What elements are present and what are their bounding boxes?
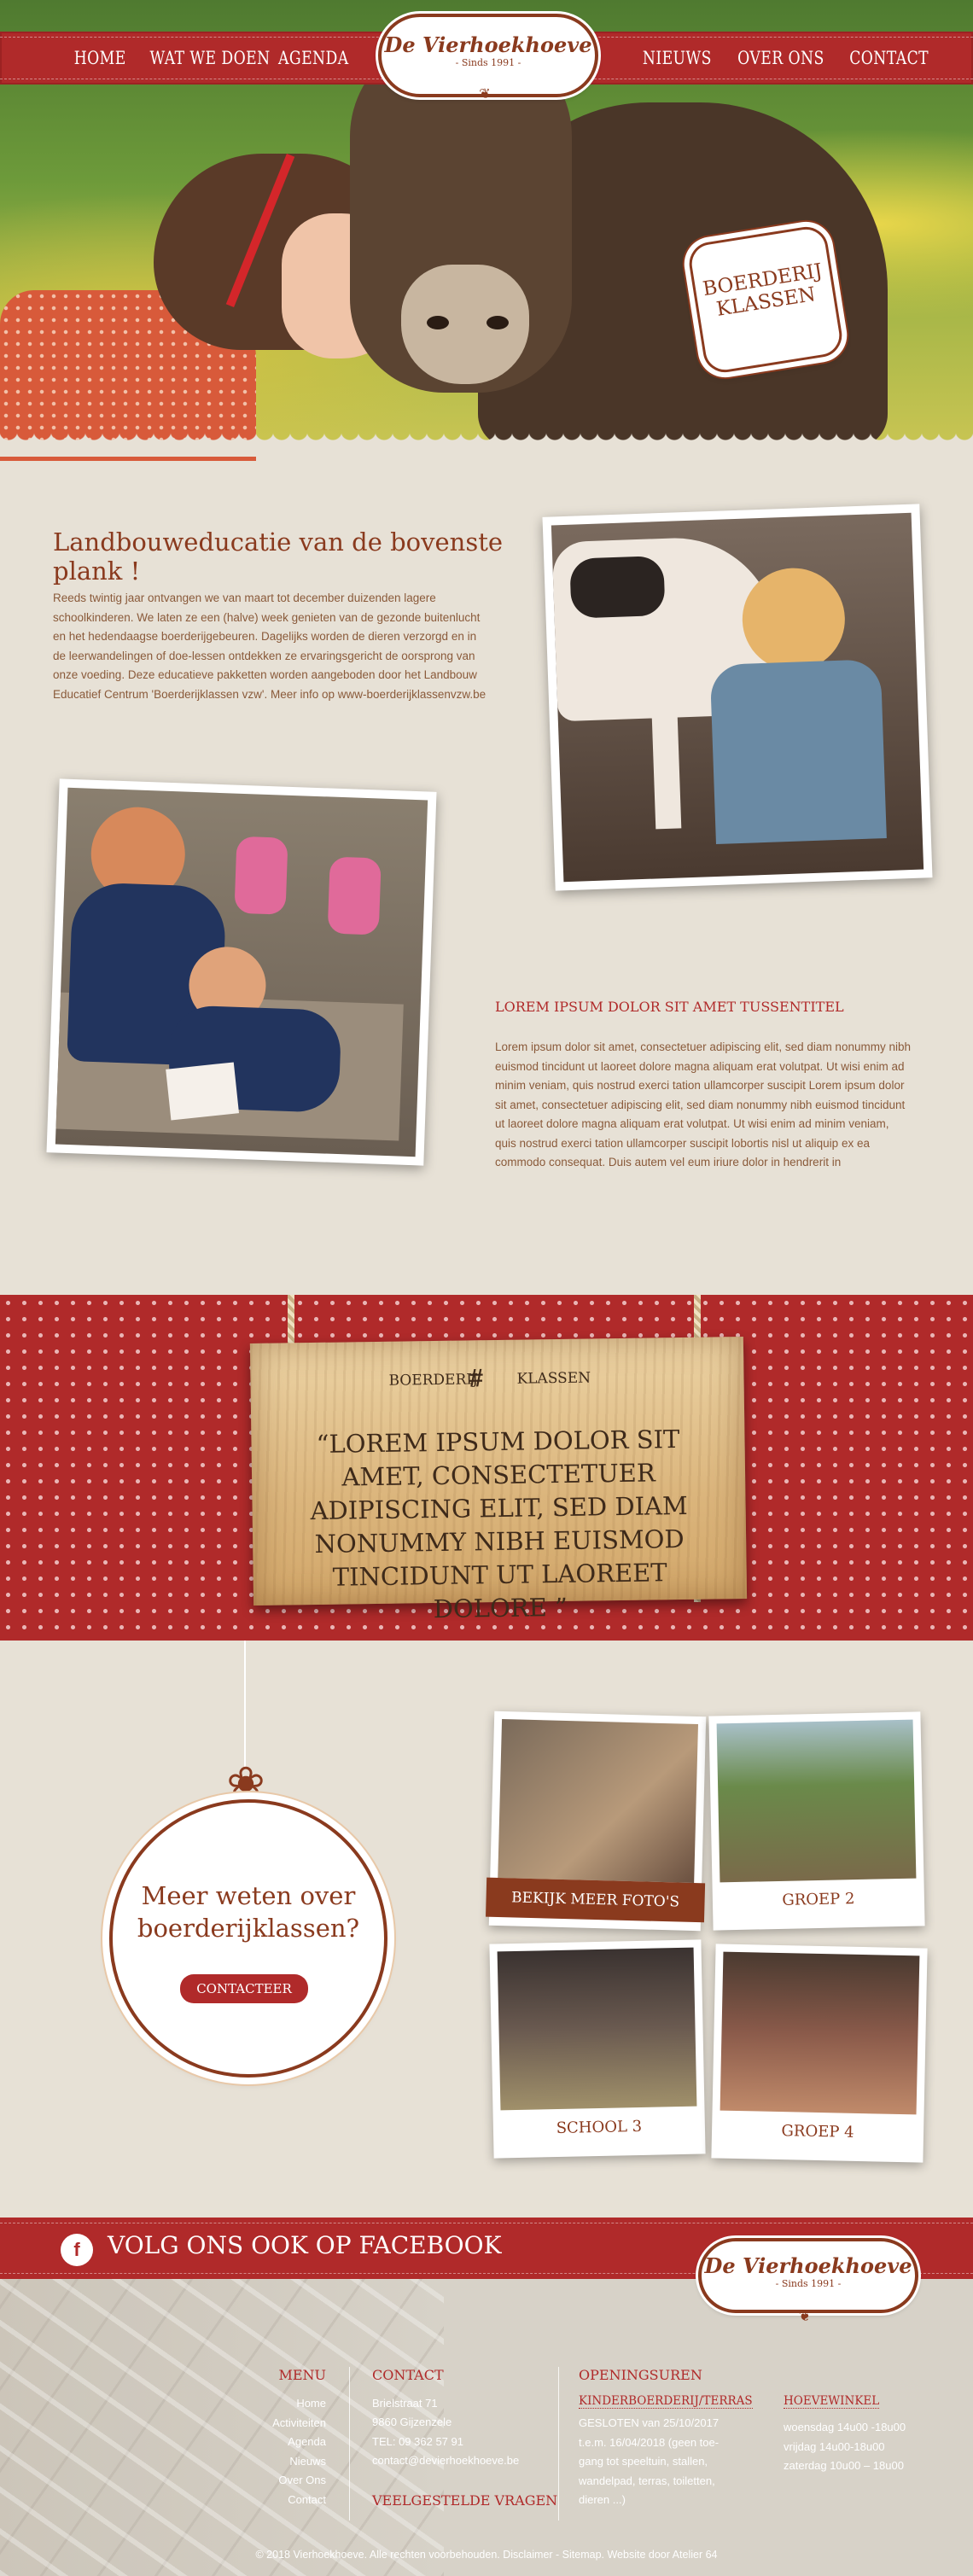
hero-badge: BOERDERIJ KLASSEN xyxy=(685,224,846,376)
footer-logo-bow-icon: ❦ xyxy=(798,2307,812,2324)
gallery-label-4: GROEP 4 xyxy=(781,2122,854,2142)
facebook-label[interactable]: VOLG ONS OOK OP FACEBOOK xyxy=(108,2231,502,2259)
second-text: Lorem ipsum dolor sit amet, consectetuer… xyxy=(495,1040,911,1169)
nav-over-ons[interactable]: OVER ONS xyxy=(737,32,824,85)
logo-bow-icon: ❦ xyxy=(479,87,491,102)
photo-kids xyxy=(46,778,437,1166)
footer-contact-email[interactable]: contact@devierhoekhoeve.be xyxy=(372,2451,519,2471)
gallery-card-4[interactable]: GROEP 4 xyxy=(711,1944,928,2163)
footer-link-home[interactable]: Home xyxy=(239,2394,326,2414)
footer-kb-line-2: t.e.m. 16/04/2018 (geen toe- xyxy=(579,2435,720,2449)
footer-kb-line-4: wandelpad, terras, toiletten, xyxy=(579,2474,715,2487)
footer-contact-city: 9860 Gijzenzele xyxy=(372,2416,452,2428)
hero-girl xyxy=(0,154,410,461)
photo-boy-cow xyxy=(542,504,933,891)
footer-divider-1 xyxy=(349,2367,350,2521)
footer-logo-since: - Sinds 1991 - xyxy=(775,2278,842,2289)
footer-contact-title: CONTACT xyxy=(372,2367,444,2383)
footer-kb-line-3: gang tot speeltuin, stallen, xyxy=(579,2455,708,2468)
nav-contact[interactable]: CONTACT xyxy=(849,32,929,85)
footer-link-contact[interactable]: Contact xyxy=(239,2491,326,2510)
gallery-label-3: SCHOOL 3 xyxy=(556,2117,643,2138)
sign-right: KLASSEN xyxy=(516,1369,591,1388)
footer-shop-line-3: zaterdag 10u00 – 18u00 xyxy=(784,2459,904,2472)
nav-agenda[interactable]: AGENDA xyxy=(278,32,349,85)
footer-copyright: © 2018 Vierhoekhoeve. Alle rechten voorb… xyxy=(255,2549,718,2561)
gallery-image-4 xyxy=(720,1951,920,2115)
facebook-icon[interactable]: f xyxy=(61,2234,93,2266)
gallery-card-1[interactable]: BEKIJK MEER FOTO'S xyxy=(486,1711,707,1932)
gallery-card-3[interactable]: SCHOOL 3 xyxy=(489,1939,706,2159)
footer-logo[interactable]: De Vierhoekhoeve - Sinds 1991 - xyxy=(698,2238,918,2313)
footer-shop-line-2: vrijdag 14u00-18u00 xyxy=(784,2439,885,2453)
gallery-card-2[interactable]: GROEP 2 xyxy=(708,1711,925,1931)
logo-name: De Vierhoekhoeve xyxy=(384,32,592,57)
nav-nieuws[interactable]: NIEUWS xyxy=(643,32,712,85)
fence-icon: # xyxy=(469,1364,484,1393)
logo-since: - Sinds 1991 - xyxy=(455,57,521,68)
footer-kb-hours: GESLOTEN van 25/10/2017 t.e.m. 16/04/201… xyxy=(579,2414,749,2510)
footer-link-nieuws[interactable]: Nieuws xyxy=(239,2452,326,2472)
footer-divider-2 xyxy=(558,2367,559,2521)
footer-kb-line-1: GESLOTEN van 25/10/2017 xyxy=(579,2416,720,2429)
nav-home[interactable]: HOME xyxy=(74,32,126,85)
footer-contact-address: Brielstraat 71 xyxy=(372,2397,438,2410)
footer-link-agenda[interactable]: Agenda xyxy=(239,2433,326,2452)
cta-title-line1: Meer weten over xyxy=(141,1881,356,1910)
footer-link-activiteiten[interactable]: Activiteiten xyxy=(239,2414,326,2433)
cta-ornament: Meer weten over boerderijklassen? xyxy=(109,1799,387,2078)
wooden-sign: BOERDERIJ # KLASSEN “Lorem ipsum dolor s… xyxy=(249,1336,748,1623)
gallery-image-1 xyxy=(498,1719,699,1883)
header-logo[interactable]: De Vierhoekhoeve - Sinds 1991 - xyxy=(378,14,598,97)
cta-title-line2: boerderijklassen? xyxy=(137,1914,360,1943)
gallery-label-1: BEKIJK MEER FOTO'S xyxy=(486,1877,706,1923)
gallery-image-3 xyxy=(497,1947,697,2111)
gallery-label-2: GROEP 2 xyxy=(782,1890,855,1909)
second-title: LOREM IPSUM DOLOR SIT AMET TUSSENTITEL xyxy=(495,999,844,1015)
sign-left: BOERDERIJ xyxy=(388,1371,478,1390)
footer-contact-phone[interactable]: TEL: 09 362 57 91 xyxy=(372,2433,463,2452)
ornament-string xyxy=(244,1641,246,1769)
footer-logo-name: De Vierhoekhoeve xyxy=(704,2253,912,2278)
sign-quote: “Lorem ipsum dolor sit amet, consectetue… xyxy=(310,1425,688,1624)
gallery-image-2 xyxy=(716,1719,917,1883)
footer-faq-link[interactable]: VEELGESTELDE VRAGEN xyxy=(372,2492,557,2509)
intro-title: Landbouweducatie van de bovenste plank ! xyxy=(53,527,504,586)
footer-shop-line-1: woensdag 14u00 -18u00 xyxy=(784,2421,906,2433)
footer-shop-title: HOEVEWINKEL xyxy=(784,2394,880,2409)
footer-kb-title: KINDERBOERDERIJ/TERRAS xyxy=(579,2394,753,2409)
contact-button[interactable]: CONTACTEER ONS xyxy=(180,1974,308,2025)
footer-menu: Home Activiteiten Agenda Nieuws Over Ons… xyxy=(239,2394,326,2509)
intro-text: Reeds twintig jaar ontvangen we van maar… xyxy=(53,592,486,701)
hero-scallop-edge xyxy=(0,431,973,457)
footer-menu-title: MENU xyxy=(278,2367,326,2383)
nav-wat-we-doen[interactable]: WAT WE DOEN xyxy=(149,32,270,85)
footer-link-over-ons[interactable]: Over Ons xyxy=(239,2471,326,2491)
footer-kb-line-5: dieren ...) xyxy=(579,2493,626,2506)
footer-hours-title: OPENINGSUREN xyxy=(579,2367,702,2383)
footer-shop-hours: woensdag 14u00 -18u00 vrijdag 14u00-18u0… xyxy=(784,2418,954,2476)
